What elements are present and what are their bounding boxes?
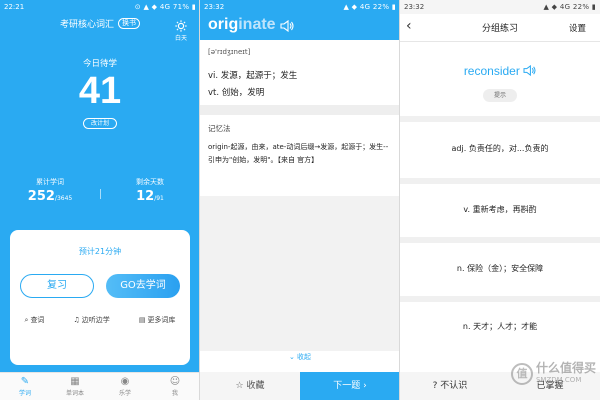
app-comparison: 22:21 ⊙ ▲ ◆ 4G 71% ▮ 考研核心词汇 换书 白天 今日待学 4… xyxy=(0,0,600,400)
sun-icon xyxy=(175,20,187,32)
learned-total: /3645 xyxy=(54,195,73,202)
status-bar: 23:32 ▲ ◆ 4G 22% ▮ xyxy=(200,0,400,14)
option-item[interactable]: n. 天才；人才；才能 xyxy=(400,298,600,356)
tab-learn[interactable]: ✎ 学词 xyxy=(0,373,50,400)
study-card: 预计21分钟 复习 GO去学词 ⌕ 查词 ♫ 边听边学 ▤ 更多词库 xyxy=(10,230,190,365)
headphones-icon: ♫ xyxy=(73,316,80,324)
learned-value: 252 xyxy=(27,189,55,204)
practice-screen: 23:32 ▲ ◆ 4G 22% ▮ ‹ 分组练习 设置 reconsider … xyxy=(400,0,600,400)
stats-divider xyxy=(100,189,101,199)
lookup-link[interactable]: ⌕ 查词 xyxy=(25,315,45,325)
memory-text: origin-起源，由来，ate-动词后缀→发源，起源于；发生--引申为"创始，… xyxy=(208,143,389,164)
days-value: 12 xyxy=(136,189,155,204)
option-item[interactable]: v. 重新考虑，再斟酌 xyxy=(400,181,600,239)
status-bar: 22:21 ⊙ ▲ ◆ 4G 71% ▮ xyxy=(0,0,200,14)
days-label: 剩余天数 xyxy=(136,178,164,186)
book-icon: ▤ xyxy=(138,316,146,324)
smile-icon: ☺ xyxy=(169,376,181,387)
bottom-tabbar: ✎ 学词 ▦ 单词本 ◉ 乐学 ☺ 我 xyxy=(0,372,200,400)
settings-button[interactable]: 设置 xyxy=(569,22,586,34)
learned-value-wrap: 252/3645 xyxy=(0,189,100,204)
days-value-wrap: 12/91 xyxy=(100,189,200,204)
unknown-button[interactable]: ? 不认识 xyxy=(400,372,500,400)
chevron-down-icon: ⌄ xyxy=(288,353,298,361)
tab-learn-label: 学词 xyxy=(18,390,31,397)
change-plan-button[interactable]: 改计划 xyxy=(83,118,117,129)
search-icon: ⌕ xyxy=(24,316,29,324)
question-word: reconsider xyxy=(400,64,600,78)
practice-header: ‹ 分组练习 设置 xyxy=(400,14,600,42)
section-gap xyxy=(200,105,400,115)
tab-fun[interactable]: ◉ 乐学 xyxy=(100,373,150,400)
stats-row: 累计学词 252/3645 剩余天数 12/91 xyxy=(0,177,200,204)
tab-fun-label: 乐学 xyxy=(118,390,131,397)
headword-part2: inate xyxy=(238,16,276,33)
status-time: 23:32 xyxy=(204,3,225,11)
tab-wordbook-label: 单词本 xyxy=(65,390,84,397)
headword: originate xyxy=(208,16,276,34)
watermark: 值 什么值得买 SMZDM.COM xyxy=(510,362,596,386)
question-word-text: reconsider xyxy=(463,64,520,78)
listen-label: 边听边学 xyxy=(81,316,110,324)
empty-area xyxy=(200,196,400,351)
home-screen: 22:21 ⊙ ▲ ◆ 4G 71% ▮ 考研核心词汇 换书 白天 今日待学 4… xyxy=(0,0,200,400)
tab-wordbook[interactable]: ▦ 单词本 xyxy=(50,373,100,400)
word-header: originate xyxy=(200,14,400,40)
days-total: /91 xyxy=(154,195,164,202)
definition-vt: vt. 创始，发明 xyxy=(208,88,265,98)
headword-part1: orig xyxy=(208,16,239,33)
favorite-label: 收藏 xyxy=(246,381,265,391)
days-stat: 剩余天数 12/91 xyxy=(100,177,200,204)
status-icons: ⊙ ▲ ◆ 4G 71% ▮ xyxy=(134,3,196,11)
pencil-icon: ✎ xyxy=(20,376,30,387)
learned-stat: 累计学词 252/3645 xyxy=(0,177,100,204)
star-icon: ☆ xyxy=(235,381,247,391)
next-question-button[interactable]: 下一题 › xyxy=(300,372,400,400)
word-detail-screen: 23:32 ▲ ◆ 4G 22% ▮ originate [ə'rɪdʒɪneɪ… xyxy=(200,0,400,400)
card-links: ⌕ 查词 ♫ 边听边学 ▤ 更多词库 xyxy=(10,315,190,325)
calendar-icon: ▦ xyxy=(70,376,80,387)
option-item[interactable]: adj. 负责任的，对...负责的 xyxy=(400,120,600,178)
tab-me-label: 我 xyxy=(171,390,178,397)
collapse-label: 收起 xyxy=(297,353,312,361)
watermark-text: 什么值得买 SMZDM.COM xyxy=(536,362,596,386)
status-time: 22:21 xyxy=(4,3,25,11)
phonetic: [ə'rɪdʒɪneɪt] xyxy=(208,48,251,56)
book-title: 考研核心词汇 xyxy=(59,19,114,30)
watermark-line1: 什么值得买 xyxy=(535,361,596,375)
day-mode-label: 白天 xyxy=(174,35,187,42)
today-count: 41 xyxy=(78,70,122,112)
option-item[interactable]: n. 保险（金）；安全保障 xyxy=(400,240,600,298)
tab-me[interactable]: ☺ 我 xyxy=(150,373,200,400)
today-label: 今日待学 xyxy=(82,59,117,69)
status-icons: ▲ ◆ 4G 22% ▮ xyxy=(343,3,396,11)
eye-icon: ◉ xyxy=(120,376,130,387)
day-mode-toggle[interactable]: 白天 xyxy=(170,20,192,42)
review-button[interactable]: 复习 xyxy=(20,274,94,298)
switch-book-button[interactable]: 换书 xyxy=(118,17,140,29)
lookup-label: 查词 xyxy=(30,316,45,324)
more-books-label: 更多词库 xyxy=(147,316,176,324)
status-bar: 23:32 ▲ ◆ 4G 22% ▮ xyxy=(400,0,600,14)
detail-bottom-bar: ☆ 收藏 下一题 › xyxy=(200,372,400,400)
favorite-button[interactable]: ☆ 收藏 xyxy=(200,372,300,400)
memory-title: 记忆法 xyxy=(208,124,231,133)
collapse-button[interactable]: ⌄ 收起 xyxy=(200,352,400,362)
speaker-icon[interactable] xyxy=(523,64,536,77)
hint-button[interactable]: 提示 xyxy=(483,89,517,102)
more-books-link[interactable]: ▤ 更多词库 xyxy=(139,315,176,325)
speaker-icon[interactable] xyxy=(280,20,294,32)
definition-vi: vi. 发源，起源于；发生 xyxy=(208,71,298,81)
listen-learn-link[interactable]: ♫ 边听边学 xyxy=(73,315,109,325)
watermark-logo: 值 xyxy=(510,363,533,385)
watermark-line2: SMZDM.COM xyxy=(535,376,582,384)
learned-label: 累计学词 xyxy=(36,178,64,186)
learn-words-button[interactable]: GO去学词 xyxy=(106,274,180,298)
estimate-time: 预计21分钟 xyxy=(78,247,122,256)
status-icons: ▲ ◆ 4G 22% ▮ xyxy=(543,3,596,11)
status-time: 23:32 xyxy=(404,3,425,11)
